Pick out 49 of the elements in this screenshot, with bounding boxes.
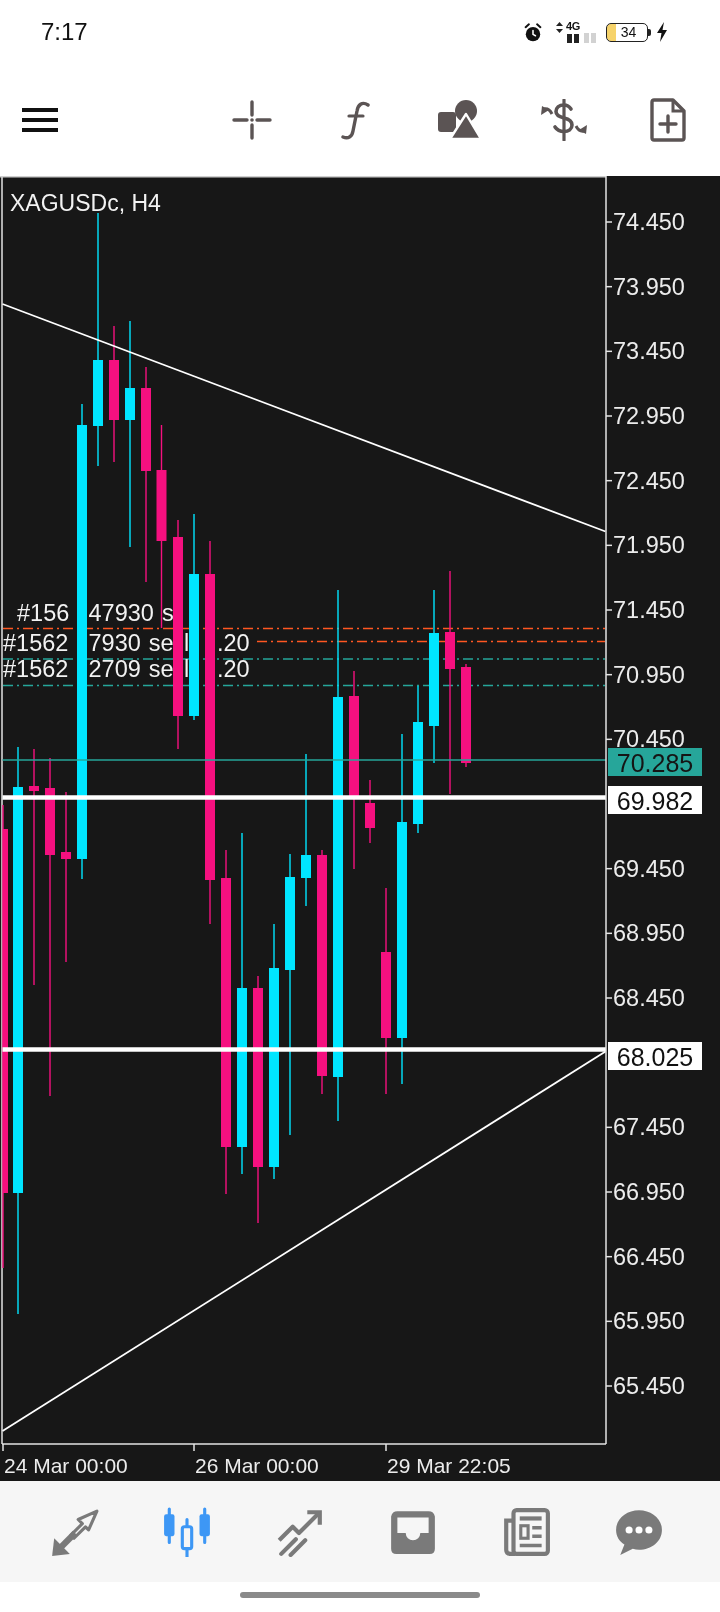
- order-label: l: [184, 656, 190, 682]
- price-label: 71.950: [613, 532, 685, 559]
- time-label: 29 Mar 22:05: [387, 1453, 511, 1477]
- time-label: 26 Mar 00:00: [195, 1453, 319, 1477]
- price-label: 72.450: [613, 467, 685, 494]
- price-label: 68.950: [613, 920, 685, 947]
- order-label: #1562: [3, 656, 69, 682]
- charging-icon: [657, 22, 667, 42]
- network-type: 4G: [565, 21, 582, 32]
- signal-icon: [567, 33, 597, 43]
- price-label: 69.450: [613, 855, 685, 882]
- order-label: 2709 se: [88, 656, 174, 682]
- crosshair-icon[interactable]: [232, 100, 272, 140]
- order-label: .20: [217, 629, 250, 656]
- dollar-exchange-icon[interactable]: [540, 99, 588, 141]
- alarm-icon: [524, 22, 542, 42]
- price-label: 70.950: [613, 661, 685, 688]
- price-label: 67.450: [613, 1114, 685, 1141]
- price-label: 66.950: [613, 1179, 685, 1205]
- order-label: 7930 se: [88, 629, 174, 656]
- price-label: 71.450: [613, 597, 685, 623]
- newspaper-icon[interactable]: [501, 1506, 551, 1557]
- candle: [365, 779, 375, 844]
- price-label: 72.950: [613, 403, 685, 429]
- price-label: 65.950: [613, 1308, 685, 1335]
- menu-icon[interactable]: [22, 108, 58, 132]
- price-label: 65.450: [613, 1373, 685, 1399]
- price-label: 68.450: [613, 985, 685, 1011]
- clock-time: 7:17: [41, 20, 88, 44]
- time-label: 24 Mar 00:00: [4, 1453, 128, 1477]
- order-label: #156: [17, 599, 70, 626]
- candlesticks-icon[interactable]: [162, 1506, 212, 1557]
- shapes-icon[interactable]: [438, 100, 482, 140]
- price-tag: 68.025: [608, 1042, 702, 1071]
- price-label: 73.950: [613, 273, 685, 300]
- price-tag: 70.285: [608, 748, 702, 777]
- new-document-icon[interactable]: [650, 98, 686, 142]
- price-label: 74.450: [613, 209, 685, 235]
- order-label: 47930 s: [88, 599, 174, 626]
- data-arrows-icon: [556, 22, 563, 33]
- function-icon[interactable]: [341, 100, 371, 140]
- order-label: .20: [217, 656, 250, 682]
- price-label: 66.450: [613, 1243, 685, 1270]
- order-label: l: [184, 629, 190, 656]
- order-label: #1562: [3, 629, 69, 656]
- price-label: 73.450: [613, 338, 685, 365]
- battery-level: 34: [619, 23, 638, 40]
- price-tag: 69.982: [608, 786, 702, 815]
- chart-title: XAGUSDc, H4: [10, 190, 161, 216]
